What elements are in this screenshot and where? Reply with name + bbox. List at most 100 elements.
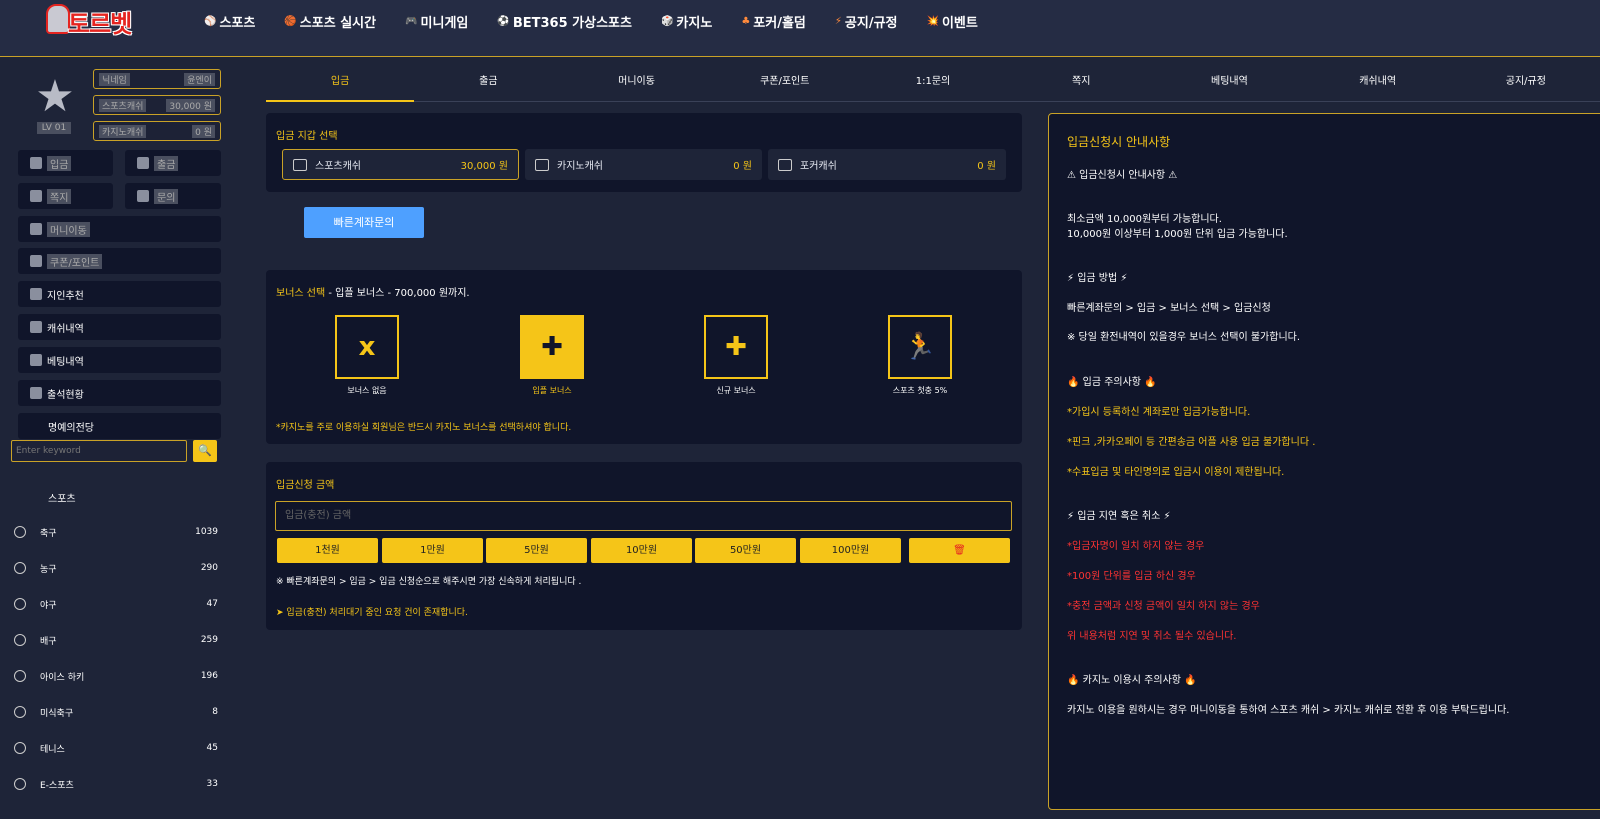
guide-line: *충전 금액과 신청 금액이 일치 하지 않는 경우: [1067, 601, 1260, 612]
withdraw-button[interactable]: 출금: [125, 150, 221, 176]
amount-note: ※ 빠른계좌문의 > 입금 > 입금 신청순으로 해주시면 가장 신속하게 처리…: [276, 577, 582, 587]
guide-line: ⚠ 입금신청시 안내사항 ⚠: [1067, 170, 1178, 181]
amount-50k-button[interactable]: 5만원: [486, 538, 587, 563]
withdraw-icon: [137, 157, 149, 169]
guide-line: 🔥 입금 주의사항 🔥: [1067, 377, 1157, 388]
amount-1k-button[interactable]: 1천원: [277, 538, 378, 563]
nav-minigame[interactable]: 🎮 미니게임: [405, 12, 468, 31]
amount-10k-button[interactable]: 1만원: [382, 538, 483, 563]
referral-button[interactable]: 지인추천: [18, 281, 221, 307]
plus-icon: ✚: [725, 332, 747, 362]
nav-poker[interactable]: ♣ 포커/홀덤: [741, 12, 806, 31]
message-button[interactable]: 쪽지: [18, 183, 113, 209]
level-star-icon: ★: [35, 71, 75, 122]
sport-row[interactable]: 아이스 하키 196: [14, 666, 218, 686]
bonus-new-option[interactable]: ✚: [704, 315, 768, 379]
tab-deposit[interactable]: 입금: [266, 70, 415, 102]
football-icon: [14, 706, 26, 718]
wallet-icon: [778, 158, 792, 171]
nav-casino[interactable]: 🎲 카지노: [661, 12, 712, 31]
wallet-casino[interactable]: 카지노캐쉬 0 원: [525, 149, 762, 180]
lightning-icon: ⚡: [834, 16, 842, 27]
main-nav: ⚾ 스포츠 🏀 스포츠 실시간 🎮 미니게임 ⚽ BET365 가상스포츠 🎲 카지노 ♣…: [204, 12, 1007, 31]
tab-bet-history[interactable]: 베팅내역: [1155, 70, 1304, 102]
search-icon: 🔍: [198, 444, 212, 457]
nav-notice[interactable]: ⚡ 공지/규정: [835, 12, 898, 31]
tab-cash-history[interactable]: 캐쉬내역: [1303, 70, 1452, 102]
quick-account-button[interactable]: 빠른계좌문의: [304, 207, 424, 238]
tab-inquiry[interactable]: 1:1문의: [858, 70, 1008, 102]
bonus-label: 보너스 없음: [347, 386, 387, 395]
top-bar: 토르벳 ⚾ 스포츠 🏀 스포츠 실시간 🎮 미니게임 ⚽ BET365 가상스포츠 🎲 카…: [0, 0, 1600, 57]
guide-line: *수표입금 및 타인명의로 입금시 이용이 제한됩니다.: [1067, 467, 1285, 478]
pending-note: ➤ 입금(충전) 처리대기 중인 요청 건이 존재합니다.: [276, 608, 468, 618]
deposit-icon: [30, 157, 42, 169]
nickname-box: 닉네임 윤엔이: [93, 69, 221, 89]
guide-line: 10,000원 이상부터 1,000원 단위 입금 가능합니다.: [1067, 229, 1288, 240]
tab-coupon[interactable]: 쿠폰/포인트: [710, 70, 859, 102]
coupon-icon: [30, 255, 42, 267]
guide-line: 🔥 카지노 이용시 주의사항 🔥: [1067, 675, 1197, 686]
bonus-label: 신규 보너스: [716, 386, 756, 395]
sport-row[interactable]: 축구 1039: [14, 522, 218, 542]
users-icon: [30, 288, 42, 300]
amount-100k-button[interactable]: 10만원: [591, 538, 692, 563]
transfer-icon: [30, 223, 42, 235]
sport-row[interactable]: 테니스 45: [14, 738, 218, 758]
tab-message[interactable]: 쪽지: [1007, 70, 1156, 102]
guide-title: 입금신청시 안내사항: [1067, 135, 1171, 149]
mouse-icon: [14, 778, 26, 790]
clear-amount-button[interactable]: 🗑: [909, 538, 1010, 563]
deposit-button[interactable]: 입금: [18, 150, 113, 176]
bet-history-button[interactable]: 베팅내역: [18, 347, 221, 373]
burst-icon: 💥: [926, 16, 939, 27]
guide-line: *핀크 ,카카오페이 등 간편송금 어플 사용 입금 불가합니다 .: [1067, 437, 1316, 448]
basketball-icon: 🏀: [284, 16, 297, 27]
nav-sports[interactable]: ⚾ 스포츠: [204, 12, 255, 31]
refresh-icon: [30, 321, 42, 333]
tab-notice[interactable]: 공지/규정: [1451, 70, 1600, 102]
amount-1m-button[interactable]: 100만원: [800, 538, 901, 563]
nav-event[interactable]: 💥 이벤트: [927, 12, 978, 31]
bonus-deposit-option[interactable]: ✚: [520, 315, 584, 379]
guide-line: *가입시 등록하신 계좌로만 입금가능합니다.: [1067, 407, 1251, 418]
nav-bet365[interactable]: ⚽ BET365 가상스포츠: [497, 12, 632, 31]
guide-line: 최소금액 10,000원부터 가능합니다.: [1067, 214, 1222, 225]
wallet-sports[interactable]: 스포츠캐쉬 30,000 원: [282, 149, 519, 180]
guide-line: 위 내용처럼 지연 및 취소 될수 있습니다.: [1067, 631, 1237, 642]
guide-line: 빠른계좌문의 > 입금 > 보너스 선택 > 입금신청: [1067, 303, 1271, 314]
money-move-button[interactable]: 머니이동: [18, 216, 221, 242]
inquiry-button[interactable]: 문의: [125, 183, 221, 209]
sports-cash-box: 스포츠캐쉬 30,000 원: [93, 95, 221, 115]
wallet-poker[interactable]: 포커캐쉬 0 원: [768, 149, 1006, 180]
sport-row[interactable]: 미식축구 8: [14, 702, 218, 722]
coupon-button[interactable]: 쿠폰/포인트: [18, 248, 221, 274]
cash-history-button[interactable]: 캐쉬내역: [18, 314, 221, 340]
envelope-icon: [30, 190, 42, 202]
level-badge: LV 01: [37, 122, 71, 134]
soccer-icon: [14, 526, 26, 538]
logo-text: 토르벳: [68, 10, 132, 38]
hockey-icon: [14, 670, 26, 682]
hall-of-fame-button[interactable]: 명예의전당: [18, 413, 221, 439]
search-input[interactable]: [11, 440, 187, 462]
runner-icon: 🏃: [903, 332, 937, 362]
bonus-sports-option[interactable]: 🏃: [888, 315, 952, 379]
bonus-none-option[interactable]: x: [335, 315, 399, 379]
attendance-button[interactable]: 출석현황: [18, 380, 221, 406]
site-logo[interactable]: 토르벳: [46, 4, 156, 38]
calendar-icon: [30, 387, 42, 399]
nav-live[interactable]: 🏀 스포츠 실시간: [284, 12, 376, 31]
tab-bar: 입금 출금 머니이동 쿠폰/포인트 1:1문의 쪽지 베팅내역 캐쉬내역 공지/…: [266, 70, 1600, 102]
sport-row[interactable]: E-스포츠 33: [14, 774, 218, 794]
search-button[interactable]: 🔍: [193, 440, 217, 462]
guide-line: *입금자명이 일치 하지 않는 경우: [1067, 541, 1205, 552]
tab-money-move[interactable]: 머니이동: [562, 70, 711, 102]
sport-row[interactable]: 야구 47: [14, 594, 218, 614]
amount-500k-button[interactable]: 50만원: [695, 538, 796, 563]
sport-row[interactable]: 농구 290: [14, 558, 218, 578]
trash-icon: 🗑: [953, 545, 966, 556]
amount-input[interactable]: 입금(충전) 금액: [275, 501, 1012, 531]
tab-withdraw[interactable]: 출금: [414, 70, 563, 102]
sport-row[interactable]: 배구 259: [14, 630, 218, 650]
